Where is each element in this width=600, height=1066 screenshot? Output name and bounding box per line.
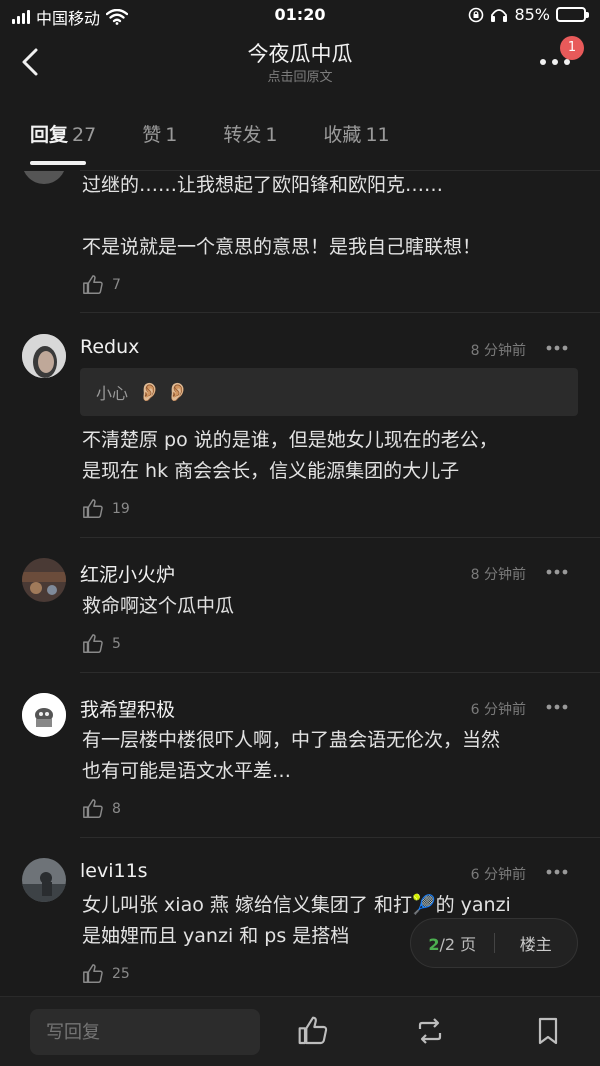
- like-button[interactable]: 5: [82, 633, 121, 655]
- comment-text: 救命啊这个瓜中瓜: [82, 595, 235, 617]
- thumbs-up-icon: [83, 799, 103, 818]
- repost-icon[interactable]: [414, 1015, 446, 1047]
- avatar[interactable]: [22, 334, 66, 378]
- username[interactable]: 我希望积极: [80, 695, 175, 722]
- comment-text: 过继的……让我想起了欧阳锋和欧阳克…… 不是说就是一个意思的意思！是我自己瞎联想…: [82, 174, 482, 258]
- tab-reposts[interactable]: 转发 1: [223, 120, 277, 160]
- page-total: /2 页: [439, 935, 477, 954]
- quoted-reply[interactable]: 小心 👂🏼 👂🏼: [80, 368, 578, 416]
- thumbs-up-icon[interactable]: [297, 1015, 329, 1047]
- username[interactable]: Redux: [80, 336, 139, 358]
- comment-text: 有一层楼中楼很吓人啊，中了蛊会语无伦次，当然 也有可能是语文水平差…: [82, 729, 501, 782]
- orientation-lock-icon: [469, 7, 484, 22]
- like-button[interactable]: 25: [82, 963, 130, 985]
- timestamp: 8 分钟前: [470, 567, 526, 583]
- notification-badge: 1: [560, 36, 584, 60]
- current-page: 2: [428, 935, 440, 954]
- thumbs-up-icon: [83, 964, 103, 983]
- owner-only-button[interactable]: 楼主: [495, 931, 578, 955]
- battery-percent: 85%: [514, 5, 550, 24]
- timestamp: 6 分钟前: [470, 867, 526, 883]
- tab-favorites[interactable]: 收藏 11: [323, 120, 389, 160]
- headphones-icon: [491, 8, 508, 22]
- status-bar: 中国移动 01:20 85%: [0, 0, 600, 32]
- nav-bar: 今夜瓜中瓜 点击回原文 1: [0, 32, 600, 92]
- like-button[interactable]: 7: [82, 274, 121, 296]
- more-icon[interactable]: [546, 869, 568, 875]
- thumbs-up-icon: [83, 634, 103, 653]
- bookmark-icon[interactable]: [532, 1015, 564, 1047]
- divider: [80, 672, 600, 673]
- avatar[interactable]: [22, 693, 66, 737]
- divider: [80, 537, 600, 538]
- divider: [80, 837, 600, 838]
- like-button[interactable]: 8: [82, 798, 121, 820]
- page-selector[interactable]: 2/2 页: [411, 931, 494, 955]
- more-icon[interactable]: [546, 569, 568, 575]
- thumbs-up-icon: [83, 275, 103, 294]
- more-icon[interactable]: [546, 345, 568, 351]
- more-icon[interactable]: [546, 704, 568, 710]
- tab-likes[interactable]: 赞1: [142, 120, 177, 160]
- timestamp: 6 分钟前: [470, 702, 526, 718]
- view-original-link[interactable]: 点击回原文: [0, 66, 600, 85]
- reply-input[interactable]: [30, 1009, 260, 1055]
- tab-replies[interactable]: 回复 27: [30, 120, 96, 165]
- divider: [80, 312, 600, 313]
- comment-text: 不清楚原 po 说的是谁，但是她女儿现在的老公， 是现在 hk 商会会长，信义能…: [82, 429, 498, 482]
- active-tab-indicator: [30, 161, 86, 165]
- username[interactable]: 红泥小火炉: [80, 560, 175, 587]
- avatar[interactable]: [22, 858, 66, 902]
- timestamp: 8 分钟前: [470, 343, 526, 359]
- avatar[interactable]: [22, 558, 66, 602]
- battery-icon: [556, 7, 589, 22]
- tab-bar: 回复 27 赞1 转发 1 收藏 11: [30, 120, 390, 165]
- like-button[interactable]: 19: [82, 498, 130, 520]
- page-title: 今夜瓜中瓜: [247, 42, 353, 66]
- bottom-toolbar: [0, 996, 600, 1066]
- thumbs-up-icon: [83, 499, 103, 518]
- username[interactable]: levi11s: [80, 860, 148, 882]
- ear-emoji: 👂🏼 👂🏼: [138, 381, 189, 403]
- page-navigator: 2/2 页 楼主: [410, 918, 578, 968]
